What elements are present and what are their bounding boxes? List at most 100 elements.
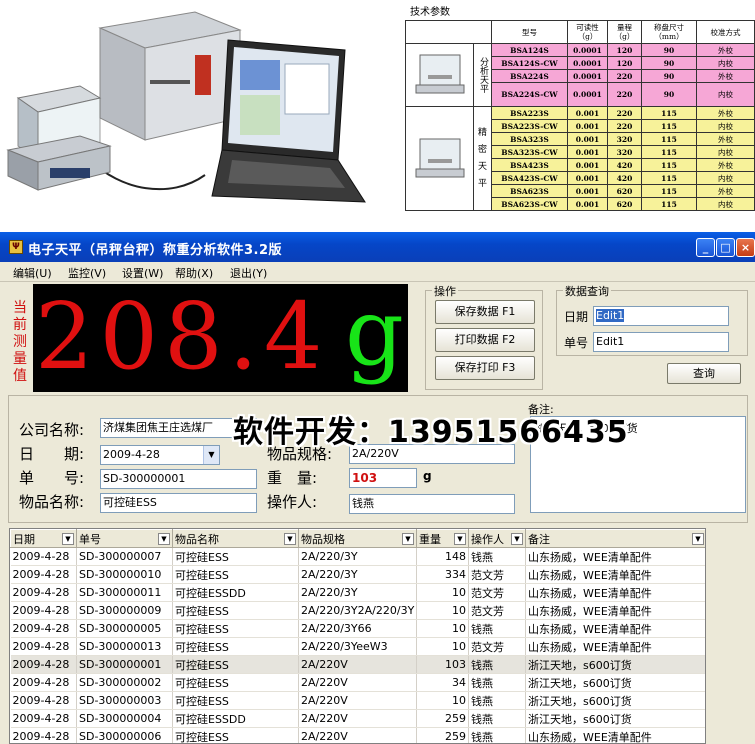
table-row[interactable]: 2009-4-28 SD-300000010 可控硅ESS 2A/220/3Y 334 范… <box>10 565 705 584</box>
filter-dropdown-icon[interactable]: ▼ <box>284 533 296 545</box>
cell-remark: 山东扬威，WEE清单配件 <box>525 727 705 743</box>
spec-pan-size: 90 <box>641 56 697 70</box>
cell-remark: 浙江天地，s600订货 <box>525 673 705 692</box>
operator-input[interactable]: 钱燕 <box>349 494 515 514</box>
spec-range: 120 <box>607 43 642 57</box>
query-button[interactable]: 查询 <box>667 363 741 384</box>
column-header-item-spec[interactable]: 物品规格 ▼ <box>298 529 417 548</box>
menu-exit[interactable]: 退出(Y) <box>230 265 267 281</box>
item-name-input[interactable]: 可控硅ESS <box>100 493 257 513</box>
menu-help[interactable]: 帮助(X) <box>175 265 213 281</box>
column-header-label: 备注 <box>528 532 550 546</box>
date-combo-value: 2009-4-28 <box>103 448 160 461</box>
cell-date: 2009-4-28 <box>10 601 77 620</box>
spec-calibration: 外校 <box>696 69 755 83</box>
weight-display: 208.4 g <box>33 279 408 392</box>
cell-remark: 山东扬威，WEE清单配件 <box>525 601 705 620</box>
cell-remark: 浙江天地，s600订货 <box>525 709 705 728</box>
filter-dropdown-icon[interactable]: ▼ <box>454 533 466 545</box>
table-row[interactable]: 2009-4-28 SD-300000004 可控硅ESSDD 2A/220V 259 钱… <box>10 709 705 728</box>
filter-dropdown-icon[interactable]: ▼ <box>511 533 523 545</box>
maximize-button[interactable]: □ <box>716 238 735 257</box>
spec-header-range: 量程 （g） <box>607 20 642 44</box>
menu-monitor[interactable]: 监控(V) <box>68 265 106 281</box>
cell-date: 2009-4-28 <box>10 547 77 566</box>
cell-item-spec: 2A/220/3YeeW3 <box>298 637 417 656</box>
filter-dropdown-icon[interactable]: ▼ <box>62 533 74 545</box>
column-header-item-name[interactable]: 物品名称 ▼ <box>172 529 299 548</box>
operations-group: 操作 保存数据 F1 打印数据 F2 保存打印 F3 <box>425 283 543 390</box>
title-bar[interactable]: Ψ 电子天平（吊秤台秤）称重分析软件3.2版 _ □ × <box>0 232 755 262</box>
cell-item-name: 可控硅ESS <box>172 673 299 692</box>
spec-range: 320 <box>607 132 642 146</box>
spec-calibration: 外校 <box>696 106 755 120</box>
column-header-remark[interactable]: 备注 ▼ <box>525 529 705 548</box>
spec-header-pan: 称盘尺寸 （mm） <box>641 20 697 44</box>
minimize-button[interactable]: _ <box>696 238 715 257</box>
column-header-label: 日期 <box>13 532 35 546</box>
table-row[interactable]: 2009-4-28 SD-300000007 可控硅ESS 2A/220/3Y 148 钱… <box>10 547 705 566</box>
table-row[interactable]: 2009-4-28 SD-300000009 可控硅ESS 2A/220/3Y2A/2… <box>10 601 705 620</box>
spec-group-precision-char: 天 <box>477 161 487 172</box>
cell-date: 2009-4-28 <box>10 727 77 743</box>
table-row[interactable]: 2009-4-28 SD-300000003 可控硅ESS 2A/220V 10 钱燕 浙江… <box>10 691 705 710</box>
cell-remark: 浙江天地，s600订货 <box>525 691 705 710</box>
print-data-button[interactable]: 打印数据 F2 <box>435 328 535 352</box>
spec-calibration: 外校 <box>696 43 755 57</box>
menu-edit[interactable]: 编辑(U) <box>13 265 52 281</box>
menu-settings[interactable]: 设置(W) <box>122 265 163 281</box>
weight-unit: g <box>423 469 432 483</box>
chevron-down-icon[interactable]: ▼ <box>203 446 219 464</box>
cell-operator: 范文芳 <box>468 583 526 602</box>
spec-calibration: 外校 <box>696 184 755 198</box>
close-button[interactable]: × <box>736 238 755 257</box>
spec-model: BSA124S-CW <box>491 56 568 70</box>
spec-range: 420 <box>607 171 642 185</box>
spec-readability: 0.001 <box>567 184 608 198</box>
column-header-operator[interactable]: 操作人 ▼ <box>468 529 526 548</box>
save-print-button[interactable]: 保存打印 F3 <box>435 356 535 380</box>
spec-calibration: 外校 <box>696 132 755 146</box>
query-date-input[interactable]: Edit1 <box>593 306 729 326</box>
cell-operator: 钱燕 <box>468 619 526 638</box>
app-icon: Ψ <box>9 240 23 254</box>
spec-readability: 0.0001 <box>567 43 608 57</box>
spec-pan-size: 90 <box>641 82 697 107</box>
column-header-date[interactable]: 日期 ▼ <box>10 529 77 548</box>
cell-item-name: 可控硅ESS <box>172 619 299 638</box>
spec-header-row: 型号 可读性 （g） 量程 （g） 称盘尺寸 （mm） 校准方式 <box>405 20 755 44</box>
table-row[interactable]: 2009-4-28 SD-300000001 可控硅ESS 2A/220V 103 钱燕浙… <box>10 655 705 674</box>
cell-item-spec: 2A/220/3Y2A/220/3Y <box>298 601 417 620</box>
spec-readability: 0.001 <box>567 119 608 133</box>
cell-operator: 钱燕 <box>468 727 526 743</box>
cell-item-name: 可控硅ESS <box>172 547 299 566</box>
cell-weight: 10 <box>416 691 469 710</box>
filter-dropdown-icon[interactable]: ▼ <box>402 533 414 545</box>
table-row[interactable]: 2009-4-28 SD-300000013 可控硅ESS 2A/220/3YeeW3… <box>10 637 705 656</box>
spec-range: 320 <box>607 145 642 159</box>
spec-group-precision-label: 精密天平 <box>473 106 492 211</box>
weight-input[interactable]: 103 <box>349 468 417 488</box>
column-header-number[interactable]: 单号 ▼ <box>76 529 173 548</box>
save-data-button[interactable]: 保存数据 F1 <box>435 300 535 324</box>
balance-printer-laptop-illustration <box>6 11 366 203</box>
company-label: 公司名称: <box>19 421 85 439</box>
table-row[interactable]: 2009-4-28 SD-300000005 可控硅ESS 2A/220/3Y66 10… <box>10 619 705 638</box>
query-number-input[interactable]: Edit1 <box>593 332 729 352</box>
cell-weight: 334 <box>416 565 469 584</box>
table-row[interactable]: 2009-4-28 SD-300000002 可控硅ESS 2A/220V 34 钱燕 浙江… <box>10 673 705 692</box>
spec-table: 型号 可读性 （g） 量程 （g） 称盘尺寸 （mm） 校准方式 分析天平 BSA… <box>405 20 755 211</box>
spec-pan-size: 115 <box>641 184 697 198</box>
filter-dropdown-icon[interactable]: ▼ <box>692 533 704 545</box>
column-header-label: 物品规格 <box>301 532 345 546</box>
date-combo[interactable]: 2009-4-28 ▼ <box>100 445 220 465</box>
filter-dropdown-icon[interactable]: ▼ <box>158 533 170 545</box>
spec-range: 420 <box>607 158 642 172</box>
column-header-label: 单号 <box>79 532 101 546</box>
column-header-weight[interactable]: 重量 ▼ <box>416 529 469 548</box>
table-row[interactable]: 2009-4-28 SD-300000011 可控硅ESSDD 2A/220/3Y 10… <box>10 583 705 602</box>
number-input[interactable]: SD-300000001 <box>100 469 257 489</box>
cell-operator: 钱燕 <box>468 673 526 692</box>
table-row[interactable]: 2009-4-28 SD-300000006 可控硅ESS 2A/220V 259 钱燕山… <box>10 727 705 743</box>
spec-calibration: 内校 <box>696 56 755 70</box>
